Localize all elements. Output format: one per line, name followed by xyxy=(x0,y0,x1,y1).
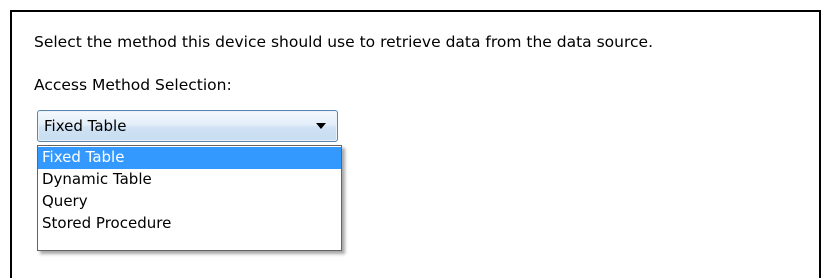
option-fixed-table[interactable]: Fixed Table xyxy=(38,147,341,169)
instruction-text: Select the method this device should use… xyxy=(34,33,654,51)
option-dynamic-table[interactable]: Dynamic Table xyxy=(38,169,341,191)
option-stored-procedure[interactable]: Stored Procedure xyxy=(38,213,341,235)
dropdown-arrow-icon[interactable] xyxy=(316,123,326,129)
access-method-dropdown[interactable]: Fixed Table xyxy=(37,110,338,142)
access-method-options-list: Fixed Table Dynamic Table Query Stored P… xyxy=(37,145,342,251)
option-query[interactable]: Query xyxy=(38,191,341,213)
access-method-label: Access Method Selection: xyxy=(34,76,232,94)
access-method-selected-value: Fixed Table xyxy=(44,117,127,135)
